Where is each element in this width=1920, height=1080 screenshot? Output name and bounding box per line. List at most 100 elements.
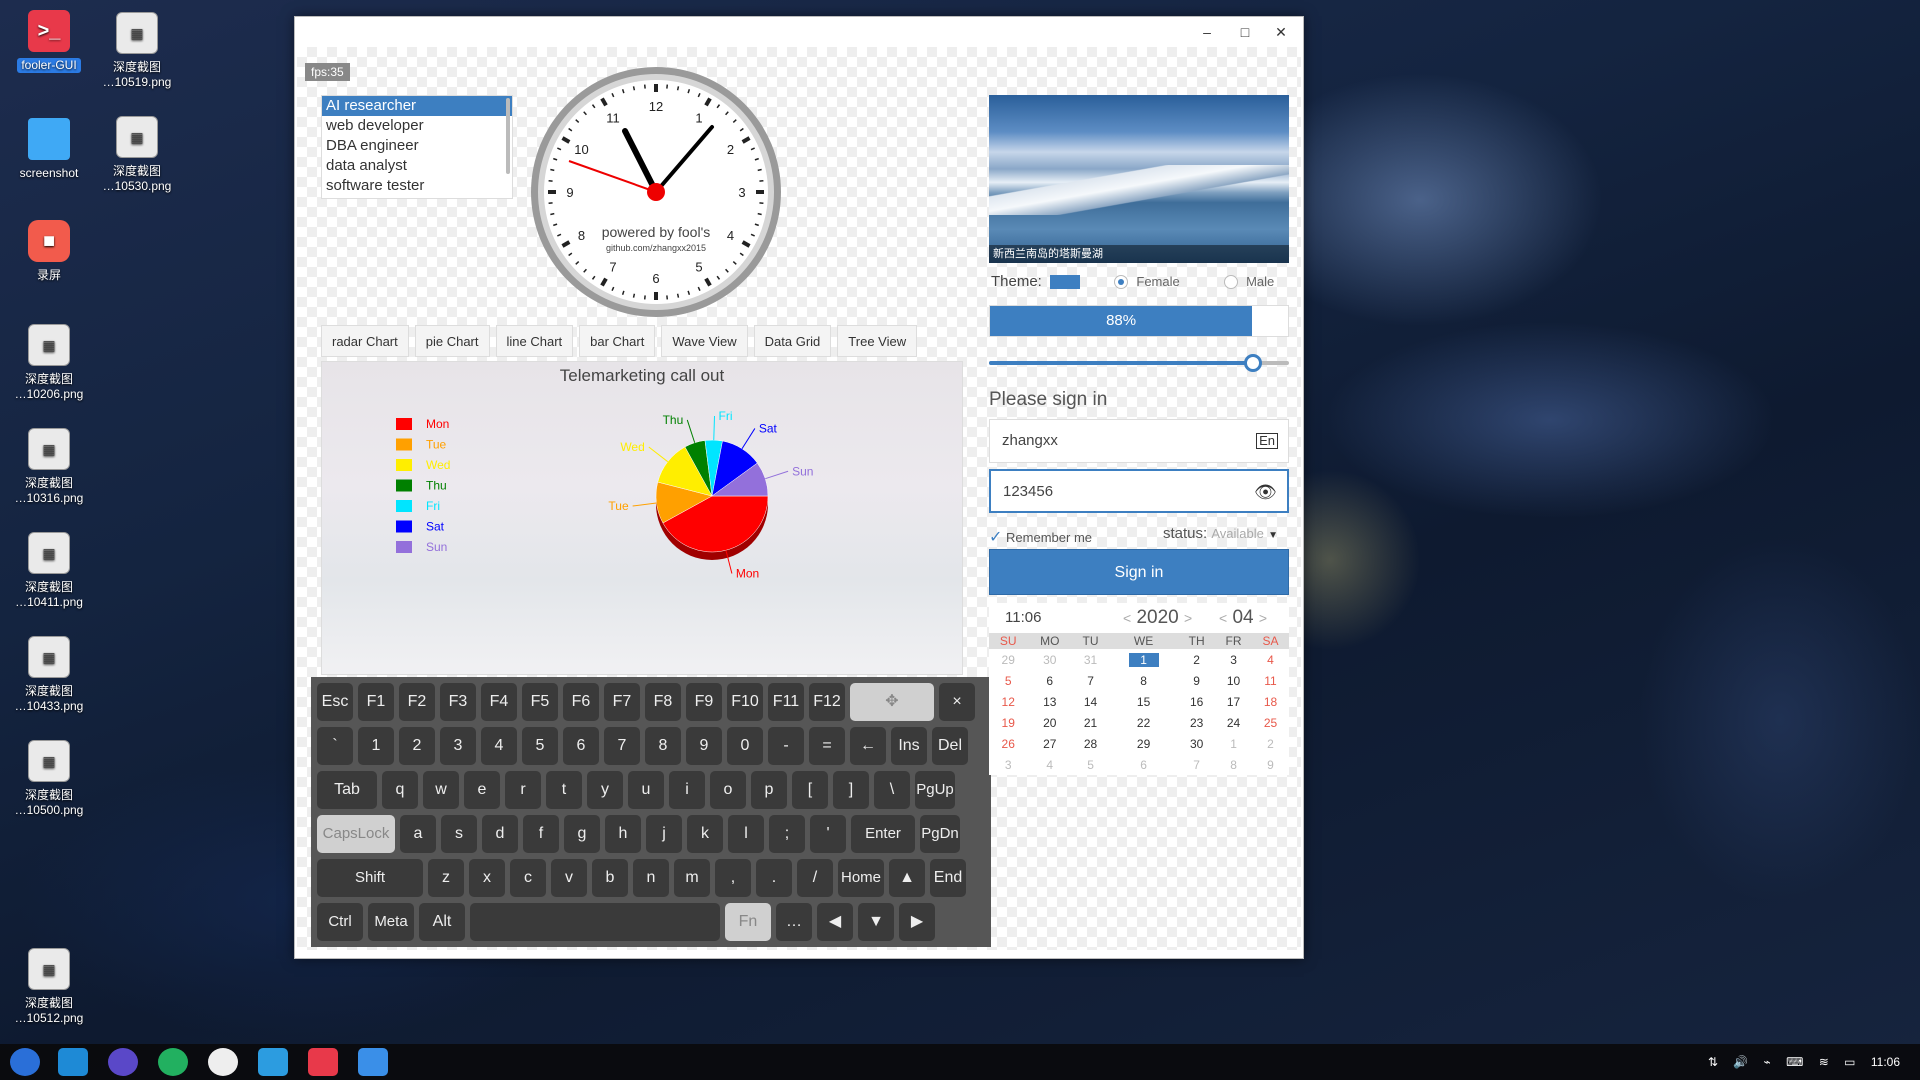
radio-male[interactable]	[1223, 275, 1238, 290]
desktop-icon-screenshot-10206[interactable]: ▦ 深度截图 …10206.png	[4, 324, 94, 402]
minimize-button[interactable]: –	[1189, 21, 1225, 43]
calendar-day[interactable]: 7	[1072, 670, 1109, 691]
eye-icon[interactable]: 👁	[1254, 471, 1277, 513]
calendar-day[interactable]: 9	[1178, 670, 1215, 691]
calendar-day[interactable]: 28	[1072, 733, 1109, 754]
status-selector[interactable]: status: Available ▼	[1163, 525, 1278, 542]
key-8[interactable]: 8	[645, 727, 681, 765]
calendar-day[interactable]: 30	[1178, 733, 1215, 754]
desktop-icon-fooler-gui[interactable]: >_ fooler-GUI	[4, 10, 94, 73]
calendar-day[interactable]: 17	[1215, 691, 1252, 712]
key-…[interactable]: …	[776, 903, 812, 941]
key-capslock[interactable]: CapsLock	[317, 815, 395, 853]
key-tab[interactable]: Tab	[317, 771, 377, 809]
desktop-icon-screenshot-10512[interactable]: ▦ 深度截图 …10512.png	[4, 948, 94, 1026]
key-'[interactable]: '	[810, 815, 846, 853]
desktop-icon-screenshot-10316[interactable]: ▦ 深度截图 …10316.png	[4, 428, 94, 506]
keyboard-layout-icon[interactable]: En	[1256, 433, 1278, 449]
calendar-day[interactable]: 22	[1109, 712, 1178, 733]
calendar-day[interactable]: 15	[1109, 691, 1178, 712]
key-✥[interactable]: ✥	[850, 683, 934, 721]
wifi-icon[interactable]: ≋	[1819, 1055, 1829, 1069]
key-ins[interactable]: Ins	[891, 727, 927, 765]
tab-wave-view[interactable]: Wave View	[661, 325, 748, 357]
key-l[interactable]: l	[728, 815, 764, 853]
list-item[interactable]: data analyst	[322, 156, 512, 176]
yinyang-icon[interactable]	[208, 1048, 238, 1076]
calendar-day[interactable]: 26	[989, 733, 1027, 754]
key-,[interactable]: ,	[715, 859, 751, 897]
key-;[interactable]: ;	[769, 815, 805, 853]
key-6[interactable]: 6	[563, 727, 599, 765]
calendar-day[interactable]: 10	[1215, 670, 1252, 691]
sign-in-button[interactable]: Sign in	[989, 549, 1289, 595]
key-o[interactable]: o	[710, 771, 746, 809]
calendar-day[interactable]: 13	[1027, 691, 1072, 712]
calendar-day[interactable]: 25	[1252, 712, 1289, 733]
tab-data-grid[interactable]: Data Grid	[753, 325, 832, 357]
network-icon[interactable]: ⇅	[1708, 1055, 1718, 1069]
calendar-day[interactable]: 11	[1252, 670, 1289, 691]
key-c[interactable]: c	[510, 859, 546, 897]
key-/[interactable]: /	[797, 859, 833, 897]
key-f3[interactable]: F3	[440, 683, 476, 721]
calendar-day[interactable]: 30	[1027, 649, 1072, 670]
key-ctrl[interactable]: Ctrl	[317, 903, 363, 941]
key-meta[interactable]: Meta	[368, 903, 414, 941]
key-4[interactable]: 4	[481, 727, 517, 765]
key-space[interactable]	[470, 903, 720, 941]
value-slider[interactable]	[989, 353, 1289, 373]
desktop-icon-screenshot-10530[interactable]: ▦ 深度截图 …10530.png	[92, 116, 182, 194]
key-f8[interactable]: F8	[645, 683, 681, 721]
calendar-day[interactable]: 19	[989, 712, 1027, 733]
key-5[interactable]: 5	[522, 727, 558, 765]
key-q[interactable]: q	[382, 771, 418, 809]
list-scrollbar[interactable]	[506, 98, 510, 174]
key-`[interactable]: `	[317, 727, 353, 765]
browser-icon[interactable]	[108, 1048, 138, 1076]
tab-bar-chart[interactable]: bar Chart	[579, 325, 656, 357]
calendar-day[interactable]: 16	[1178, 691, 1215, 712]
job-list[interactable]: AI researcher web developer DBA engineer…	[321, 95, 513, 199]
key-home[interactable]: Home	[838, 859, 884, 897]
calendar-day[interactable]: 20	[1027, 712, 1072, 733]
key-k[interactable]: k	[687, 815, 723, 853]
keyboard-icon[interactable]: ⌨	[1786, 1055, 1803, 1069]
calendar-day[interactable]: 5	[1072, 754, 1109, 775]
radio-female[interactable]	[1114, 275, 1129, 290]
calendar-day[interactable]: 8	[1109, 670, 1178, 691]
key-][interactable]: ]	[833, 771, 869, 809]
key-2[interactable]: 2	[399, 727, 435, 765]
key-fn[interactable]: Fn	[725, 903, 771, 941]
taskbar-clock[interactable]: 11:06	[1871, 1055, 1900, 1069]
vscode-icon[interactable]	[58, 1048, 88, 1076]
key-g[interactable]: g	[564, 815, 600, 853]
usb-icon[interactable]: ⌁	[1764, 1055, 1771, 1069]
key-f11[interactable]: F11	[768, 683, 804, 721]
desktop-icon-screenshot-10500[interactable]: ▦ 深度截图 …10500.png	[4, 740, 94, 818]
key-v[interactable]: v	[551, 859, 587, 897]
key-pgup[interactable]: PgUp	[915, 771, 955, 809]
key-x[interactable]: x	[469, 859, 505, 897]
calendar-day[interactable]: 29	[989, 649, 1027, 670]
key-×[interactable]: ×	[939, 683, 975, 721]
desktop-icon-screenshot-10433[interactable]: ▦ 深度截图 …10433.png	[4, 636, 94, 714]
status-value[interactable]: Available	[1211, 526, 1264, 541]
key-f6[interactable]: F6	[563, 683, 599, 721]
key-h[interactable]: h	[605, 815, 641, 853]
key-t[interactable]: t	[546, 771, 582, 809]
calendar-day[interactable]: 21	[1072, 712, 1109, 733]
calendar-day[interactable]: 23	[1178, 712, 1215, 733]
key-[[interactable]: [	[792, 771, 828, 809]
key-f2[interactable]: F2	[399, 683, 435, 721]
chevron-down-icon[interactable]: ▼	[1268, 530, 1278, 541]
list-item[interactable]: AI researcher	[322, 96, 512, 116]
key-←[interactable]: ←	[850, 727, 886, 765]
desktop-icon-screenshot-10519[interactable]: ▦ 深度截图 …10519.png	[92, 12, 182, 90]
key-s[interactable]: s	[441, 815, 477, 853]
calendar-day[interactable]: 24	[1215, 712, 1252, 733]
calendar-day[interactable]: 7	[1178, 754, 1215, 775]
key-end[interactable]: End	[930, 859, 966, 897]
key-f10[interactable]: F10	[727, 683, 763, 721]
next-month-button[interactable]: >	[1259, 610, 1267, 626]
